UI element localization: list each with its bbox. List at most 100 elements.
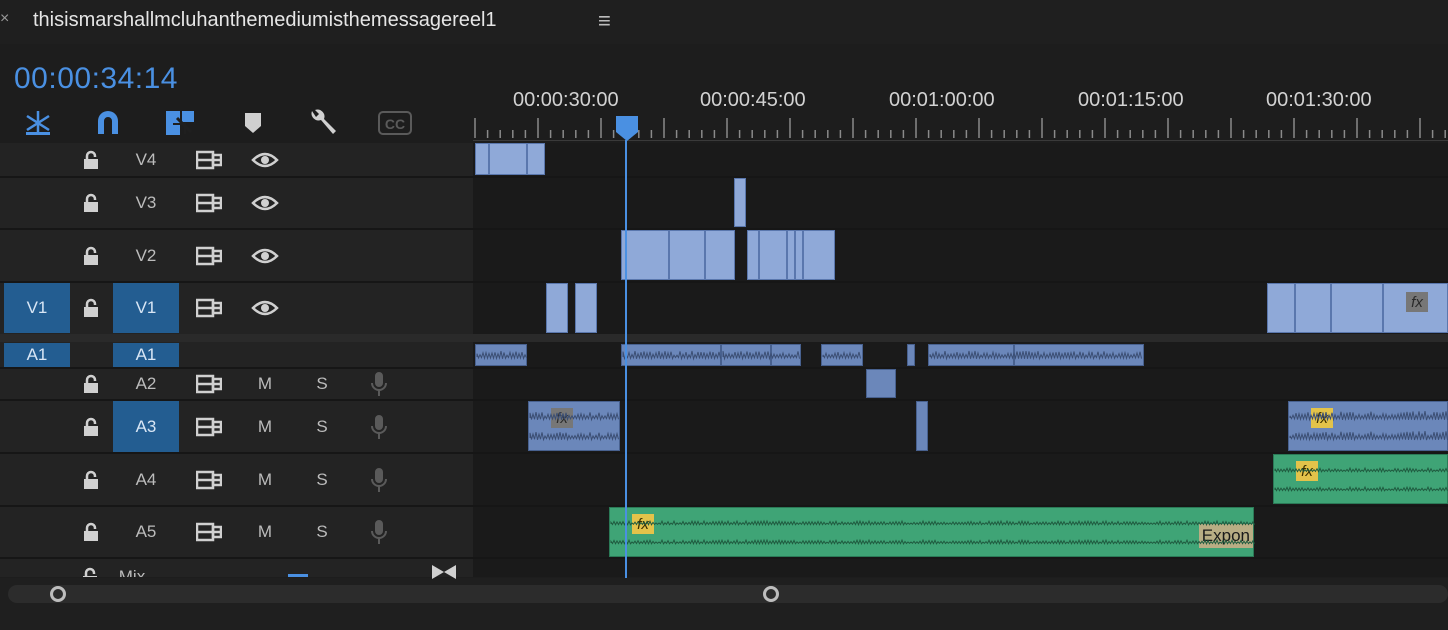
fx-badge[interactable]: fx [551,408,573,428]
sync-lock-icon[interactable] [193,283,225,333]
eye-icon[interactable] [249,178,281,228]
zoom-scrollbar[interactable] [8,585,1448,603]
sync-lock-icon[interactable] [193,401,225,452]
source-patch-a2[interactable] [4,369,70,399]
playhead-timecode[interactable]: 00:00:34:14 [14,62,178,96]
audio-clip[interactable] [621,344,721,366]
fx-badge[interactable]: fx [1296,461,1318,481]
track-target-v2[interactable]: V2 [113,230,179,281]
video-clip[interactable] [787,230,795,280]
audio-clip[interactable]: fx [1288,401,1448,451]
source-patch-a1[interactable]: A1 [4,343,70,367]
video-clip[interactable] [1295,283,1331,333]
video-clip[interactable] [1267,283,1295,333]
lock-icon[interactable] [76,454,106,505]
zoom-handle-left[interactable] [50,586,66,602]
sequence-title-tab[interactable]: thisismarshallmcluhanthemediumisthemessa… [33,9,497,32]
mute-button[interactable]: M [252,507,278,557]
fx-badge[interactable]: fx [632,514,654,534]
track-target-a2[interactable]: A2 [113,369,179,399]
audio-clip[interactable] [916,401,928,451]
magnet-icon[interactable] [90,108,126,138]
lock-icon[interactable] [76,230,106,281]
eye-icon[interactable] [249,283,281,333]
sync-lock-icon[interactable] [193,230,225,281]
playhead-handle[interactable] [614,114,640,142]
captions-icon[interactable]: CC [376,108,414,138]
source-patch-v3[interactable] [4,178,70,228]
mic-icon[interactable] [366,369,392,399]
track-target-v1[interactable]: V1 [113,283,179,333]
zoom-handle-right[interactable] [763,586,779,602]
lock-icon[interactable] [76,283,106,333]
fx-badge[interactable]: fx [1311,408,1333,428]
source-patch-v2[interactable] [4,230,70,281]
audio-clip[interactable] [1014,344,1144,366]
video-clip[interactable] [705,230,735,280]
eye-icon[interactable] [249,143,281,176]
video-clip[interactable] [747,230,759,280]
video-clip[interactable] [803,230,835,280]
video-clip[interactable] [669,230,705,280]
video-clip[interactable]: fx [1383,283,1448,333]
audio-clip[interactable] [771,344,801,366]
sync-lock-icon[interactable] [193,143,225,176]
close-tab-button[interactable]: × [0,10,9,28]
video-clip[interactable] [527,143,545,175]
fx-badge[interactable]: fx [1406,292,1428,312]
mute-button[interactable]: M [252,454,278,505]
lock-icon[interactable] [76,178,106,228]
mute-button[interactable]: M [252,401,278,452]
wrench-icon[interactable] [304,108,342,138]
lock-icon[interactable] [80,567,100,577]
solo-button[interactable]: S [309,369,335,399]
video-clip[interactable] [575,283,597,333]
sync-lock-icon[interactable] [193,507,225,557]
sync-lock-icon[interactable] [193,369,225,399]
source-patch-v1[interactable]: V1 [4,283,70,333]
mute-button[interactable]: M [252,369,278,399]
solo-button[interactable]: S [309,507,335,557]
audio-clip[interactable]: fx Expon [609,507,1254,557]
audio-clip[interactable] [907,344,915,366]
lock-icon[interactable] [76,401,106,452]
linked-selection-icon[interactable] [161,108,199,138]
solo-button[interactable]: S [309,454,335,505]
source-patch-a4[interactable] [4,454,70,505]
audio-clip[interactable] [821,344,863,366]
video-clip[interactable] [759,230,787,280]
track-target-a4[interactable]: A4 [113,454,179,505]
track-target-a3[interactable]: A3 [113,401,179,452]
audio-clip[interactable] [721,344,771,366]
audio-clip[interactable] [928,344,1014,366]
video-clip[interactable] [734,178,746,227]
lock-icon[interactable] [76,507,106,557]
track-target-v3[interactable]: V3 [113,178,179,228]
solo-button[interactable]: S [309,401,335,452]
add-marker-icon[interactable] [238,108,268,138]
mic-icon[interactable] [366,454,392,505]
timeline-tracks[interactable]: fx fx fx fx fx Expon [473,143,1448,577]
sync-lock-icon[interactable] [193,178,225,228]
source-patch-v4[interactable] [4,143,70,176]
video-clip[interactable] [621,230,669,280]
track-target-a1[interactable]: A1 [113,343,179,367]
track-target-a5[interactable]: A5 [113,507,179,557]
audio-clip[interactable]: fx [1273,454,1448,504]
sync-lock-icon[interactable] [193,454,225,505]
mic-icon[interactable] [366,507,392,557]
transition-label[interactable]: Expon [1198,524,1253,548]
mic-icon[interactable] [366,401,392,452]
lock-icon[interactable] [76,369,106,399]
track-target-v4[interactable]: V4 [113,143,179,176]
lock-icon[interactable] [76,143,106,176]
source-patch-a5[interactable] [4,507,70,557]
snap-icon[interactable] [20,108,56,138]
audio-clip[interactable]: fx [528,401,620,451]
audio-clip[interactable] [475,344,527,366]
video-clip[interactable] [1331,283,1383,333]
video-clip[interactable] [546,283,568,333]
video-clip[interactable] [795,230,803,280]
eye-icon[interactable] [249,230,281,281]
video-clip[interactable] [489,143,527,175]
